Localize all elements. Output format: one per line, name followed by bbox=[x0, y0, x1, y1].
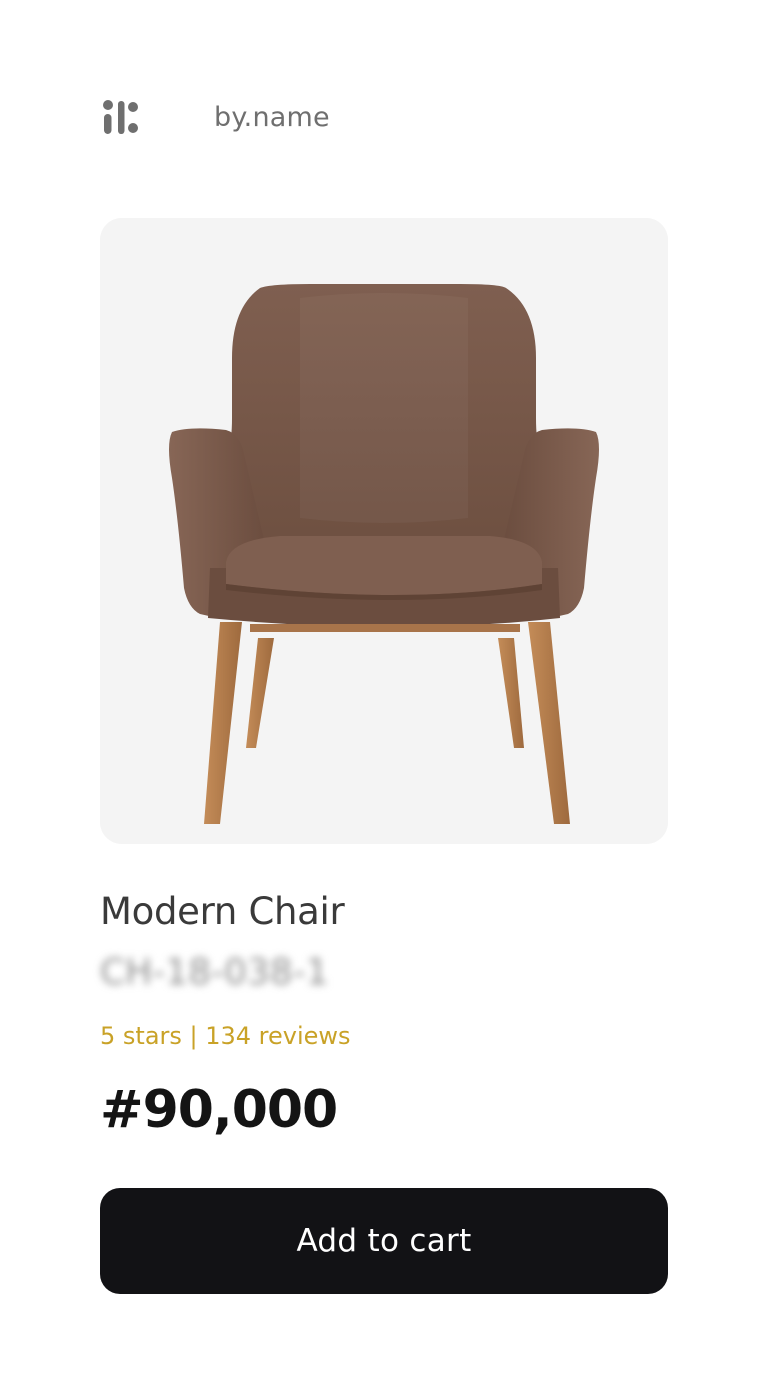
brown-armchair-photo bbox=[100, 218, 668, 844]
product-sku: CH-18-038-1 bbox=[100, 952, 329, 993]
product-price: #90,000 bbox=[100, 1080, 338, 1140]
header: by.name bbox=[103, 98, 330, 138]
product-rating[interactable]: 5 stars | 134 reviews bbox=[100, 1022, 351, 1050]
brand-name[interactable]: by.name bbox=[214, 98, 330, 138]
product-page: by.name Modern Chair CH-18-038-1 5 stars… bbox=[0, 0, 768, 1376]
add-to-cart-button[interactable]: Add to cart bbox=[100, 1188, 668, 1294]
product-image bbox=[100, 218, 668, 844]
grid-dots-logo-icon[interactable] bbox=[103, 99, 139, 137]
product-title: Modern Chair bbox=[100, 890, 345, 933]
